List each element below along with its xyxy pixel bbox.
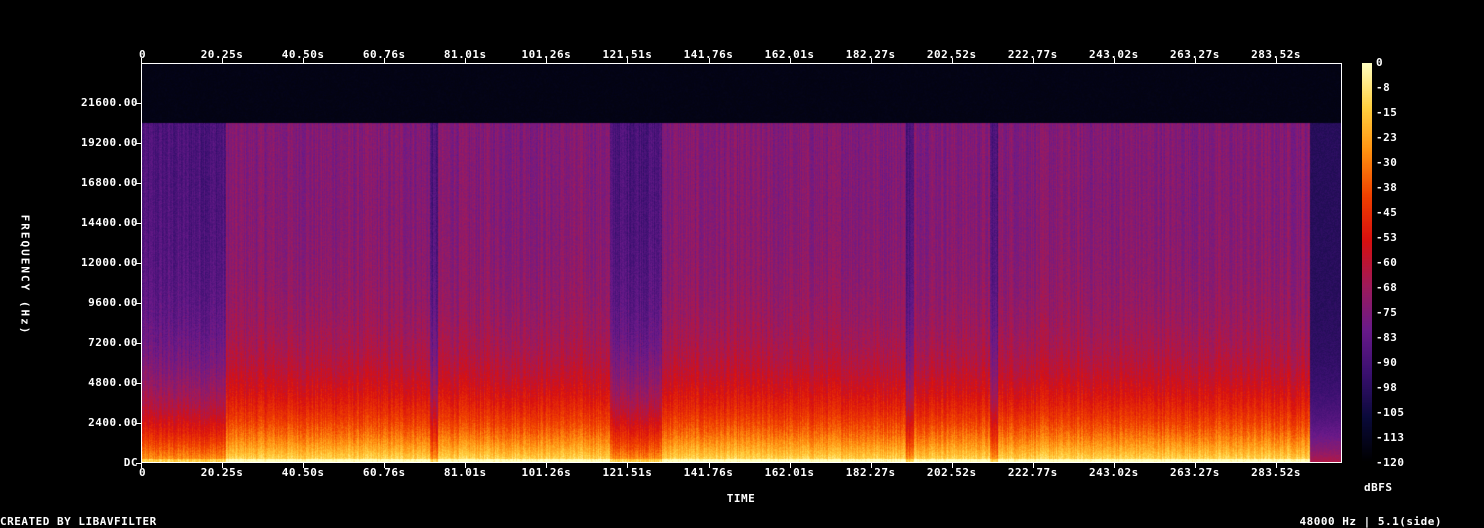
x-tick-mark-bottom xyxy=(1114,463,1115,468)
colorbar-tick-label: -105 xyxy=(1376,406,1405,419)
x-tick-mark-top xyxy=(790,58,791,63)
x-axis-label: TIME xyxy=(726,492,756,505)
x-tick-mark-top xyxy=(384,58,385,63)
x-tick-mark-top xyxy=(709,58,710,63)
y-tick-mark xyxy=(136,343,141,344)
x-tick-mark-bottom xyxy=(1195,463,1196,468)
x-tick-mark-top xyxy=(871,58,872,63)
y-tick-label: 14400.00 xyxy=(81,216,138,229)
y-tick-mark xyxy=(136,103,141,104)
y-tick-label: 9600.00 xyxy=(88,296,138,309)
x-tick-mark-top xyxy=(627,58,628,63)
x-tick-mark-bottom xyxy=(546,463,547,468)
colorbar-tick-label: -45 xyxy=(1376,206,1398,219)
y-tick-label: 7200.00 xyxy=(88,336,138,349)
colorbar-tick-label: -75 xyxy=(1376,306,1398,319)
y-axis-label: FREQUENCY (Hz) xyxy=(18,214,32,336)
colorbar-tick-label: -8 xyxy=(1376,81,1391,94)
x-tick-mark-bottom xyxy=(384,463,385,468)
x-tick-mark-bottom xyxy=(871,463,872,468)
y-tick-label: 16800.00 xyxy=(81,176,138,189)
x-tick-mark-top xyxy=(303,58,304,63)
footer-credit: CREATED BY LIBAVFILTER xyxy=(0,515,157,528)
colorbar-tick-label: 0 xyxy=(1376,56,1384,69)
colorbar-tick-label: -30 xyxy=(1376,156,1398,169)
x-tick-mark-bottom xyxy=(790,463,791,468)
y-tick-mark xyxy=(136,423,141,424)
y-tick-mark xyxy=(136,263,141,264)
x-tick-mark-top xyxy=(1033,58,1034,63)
y-tick-mark xyxy=(136,303,141,304)
colorbar-tick-label: -113 xyxy=(1376,431,1405,444)
x-tick-mark-top xyxy=(141,58,142,63)
x-tick-mark-bottom xyxy=(1033,463,1034,468)
x-tick-mark-top xyxy=(222,58,223,63)
x-tick-mark-bottom xyxy=(952,463,953,468)
colorbar-tick-label: -83 xyxy=(1376,331,1398,344)
x-tick-mark-top xyxy=(1114,58,1115,63)
colorbar-tick-label: -120 xyxy=(1376,456,1405,469)
y-tick-label: 4800.00 xyxy=(88,376,138,389)
footer-format: 48000 Hz | 5.1(side) xyxy=(1299,515,1442,528)
colorbar-tick-label: -53 xyxy=(1376,231,1398,244)
spectrogram-plot-area xyxy=(141,63,1342,463)
colorbar xyxy=(1362,63,1372,463)
x-tick-mark-top xyxy=(1195,58,1196,63)
colorbar-tick-label: -68 xyxy=(1376,281,1398,294)
x-tick-mark-bottom xyxy=(222,463,223,468)
spectrogram-heatmap xyxy=(142,64,1341,462)
y-tick-mark xyxy=(136,143,141,144)
x-tick-mark-top xyxy=(952,58,953,63)
x-tick-mark-bottom xyxy=(303,463,304,468)
x-tick-mark-bottom xyxy=(709,463,710,468)
colorbar-tick-label: -98 xyxy=(1376,381,1398,394)
x-tick-mark-top xyxy=(546,58,547,63)
y-tick-label: 21600.00 xyxy=(81,96,138,109)
x-tick-mark-bottom xyxy=(141,463,142,468)
y-tick-label: 12000.00 xyxy=(81,256,138,269)
x-tick-mark-bottom xyxy=(627,463,628,468)
y-tick-label: 19200.00 xyxy=(81,136,138,149)
colorbar-tick-label: -60 xyxy=(1376,256,1398,269)
x-tick-mark-bottom xyxy=(465,463,466,468)
y-tick-mark xyxy=(136,463,141,464)
x-tick-mark-top xyxy=(1276,58,1277,63)
colorbar-tick-label: -15 xyxy=(1376,106,1398,119)
y-tick-label: 2400.00 xyxy=(88,416,138,429)
colorbar-tick-label: -38 xyxy=(1376,181,1398,194)
colorbar-label: dBFS xyxy=(1364,481,1393,494)
y-tick-mark xyxy=(136,183,141,184)
x-tick-mark-top xyxy=(465,58,466,63)
colorbar-tick-label: -90 xyxy=(1376,356,1398,369)
x-tick-mark-bottom xyxy=(1276,463,1277,468)
y-tick-mark xyxy=(136,223,141,224)
colorbar-tick-label: -23 xyxy=(1376,131,1398,144)
y-tick-mark xyxy=(136,383,141,384)
